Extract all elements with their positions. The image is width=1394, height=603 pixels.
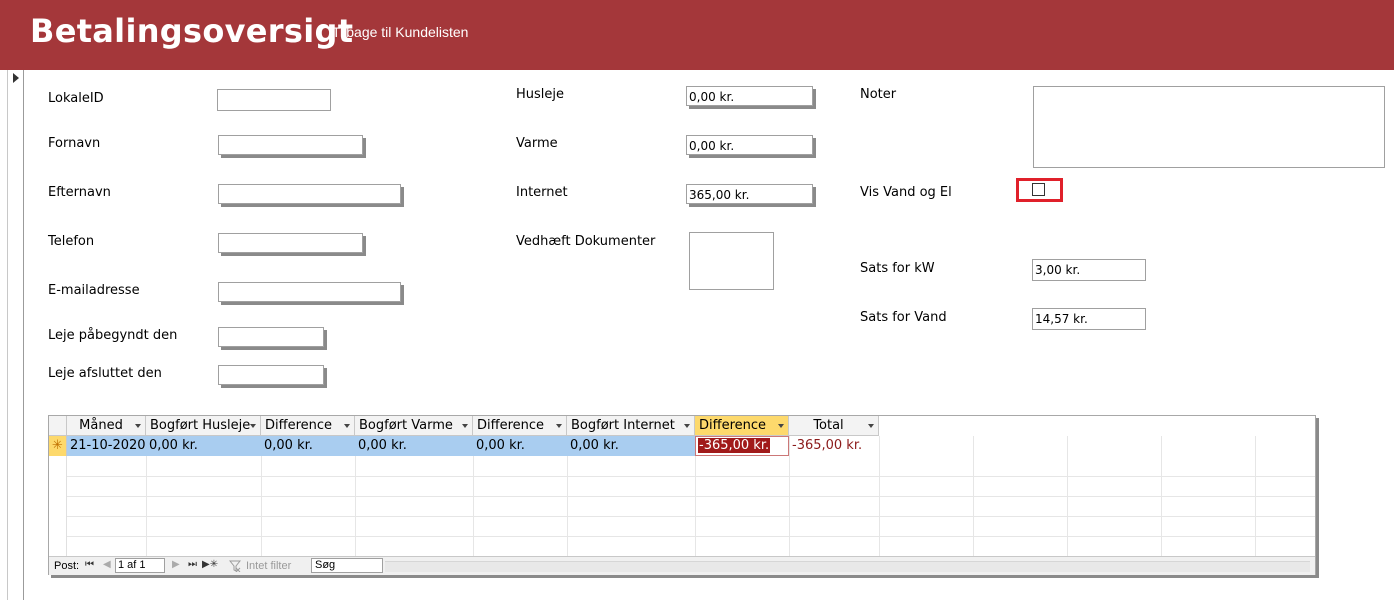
dokumenter-label: Vedhæft Dokumenter [516, 234, 656, 249]
sats-vand-field[interactable]: 14,57 kr. [1032, 308, 1146, 330]
record-navigation-bar: Post: ⏮ ◀ 1 af 1 ▶ ⏭ ▶✳ Intet filter Søg [49, 556, 1315, 575]
header-bar: Betalingsoversigt Tilbage til Kundeliste… [0, 0, 1394, 70]
column-header-label: Bogført Husleje [150, 418, 251, 433]
record-position-input[interactable]: 1 af 1 [115, 558, 165, 573]
cell-bogfort-husleje[interactable]: 0,00 kr. [146, 436, 261, 456]
grid-line [49, 516, 1315, 517]
row-selector-column [49, 456, 67, 556]
cell-difference-husleje[interactable]: 0,00 kr. [261, 436, 355, 456]
column-header-label: Difference [699, 418, 767, 433]
current-record-arrow-icon [13, 73, 19, 83]
leje-start-field[interactable] [218, 327, 324, 347]
search-input[interactable]: Søg [311, 558, 383, 573]
sats-vand-label: Sats for Vand [860, 310, 947, 325]
fornavn-label: Fornavn [48, 136, 101, 151]
grid-line [49, 536, 1315, 537]
varme-field[interactable]: 0,00 kr. [686, 135, 813, 155]
cell-bogfort-internet[interactable]: 0,00 kr. [567, 436, 695, 456]
column-header-total[interactable]: Total [789, 416, 879, 436]
datasheet-header: Måned Bogført Husleje Difference Bogført… [49, 416, 1315, 436]
first-record-icon[interactable]: ⏮ [85, 559, 94, 570]
previous-record-icon[interactable]: ◀ [103, 559, 111, 570]
column-header-difference-internet[interactable]: Difference [695, 416, 789, 436]
email-field[interactable] [218, 282, 401, 302]
column-header-label: Total [813, 418, 844, 433]
page-title: Betalingsoversigt [30, 12, 354, 50]
column-header-label: Bogført Varme [359, 418, 453, 433]
record-selector[interactable] [7, 70, 24, 600]
last-record-icon[interactable]: ⏭ [188, 559, 197, 570]
cell-difference-varme[interactable]: 0,00 kr. [473, 436, 567, 456]
lokaleid-label: LokaleID [48, 91, 104, 106]
leje-slut-field[interactable] [218, 365, 324, 385]
chevron-down-icon[interactable] [344, 424, 350, 428]
select-all-corner[interactable] [49, 416, 67, 436]
record-nav-label: Post: [54, 560, 80, 572]
cell-maaned[interactable]: 21-10-2020 [67, 436, 146, 456]
sats-kw-label: Sats for kW [860, 261, 935, 276]
efternavn-label: Efternavn [48, 185, 111, 200]
vis-vand-el-label: Vis Vand og El [860, 185, 952, 200]
column-header-label: Difference [265, 418, 333, 433]
filter-status-button[interactable]: Intet filter [246, 560, 291, 572]
column-header-difference-varme[interactable]: Difference [473, 416, 567, 436]
column-header-label: Bogført Internet [571, 418, 675, 433]
chevron-down-icon[interactable] [250, 424, 256, 428]
email-label: E-mailadresse [48, 283, 140, 298]
varme-label: Varme [516, 136, 558, 151]
attachment-field[interactable] [689, 232, 774, 290]
new-record-selector[interactable]: ✳ [49, 436, 67, 456]
husleje-label: Husleje [516, 87, 565, 102]
husleje-field[interactable]: 0,00 kr. [686, 86, 813, 106]
funnel-icon [229, 560, 241, 572]
cell-bogfort-varme[interactable]: 0,00 kr. [355, 436, 473, 456]
column-header-maaned[interactable]: Måned [67, 416, 146, 436]
sats-kw-field[interactable]: 3,00 kr. [1032, 259, 1146, 281]
cell-difference-internet-value: -365,00 kr. [698, 438, 771, 453]
noter-field[interactable] [1033, 86, 1385, 168]
leje-slut-label: Leje afsluttet den [48, 366, 162, 381]
chevron-down-icon[interactable] [556, 424, 562, 428]
chevron-down-icon[interactable] [778, 424, 784, 428]
internet-field[interactable]: 365,00 kr. [686, 184, 813, 204]
payments-datasheet[interactable]: Måned Bogført Husleje Difference Bogført… [48, 415, 1316, 575]
new-record-icon[interactable]: ▶✳ [202, 559, 218, 570]
column-header-bogfort-internet[interactable]: Bogført Internet [567, 416, 695, 436]
chevron-down-icon[interactable] [135, 424, 141, 428]
column-header-bogfort-husleje[interactable]: Bogført Husleje [146, 416, 261, 436]
telefon-label: Telefon [48, 234, 95, 249]
noter-label: Noter [860, 87, 897, 102]
chevron-down-icon[interactable] [684, 424, 690, 428]
chevron-down-icon[interactable] [868, 424, 874, 428]
telefon-field[interactable] [218, 233, 363, 253]
column-header-difference-husleje[interactable]: Difference [261, 416, 355, 436]
lokaleid-field[interactable] [217, 89, 331, 111]
efternavn-field[interactable] [218, 184, 401, 204]
fornavn-field[interactable] [218, 135, 363, 155]
grid-line [49, 496, 1315, 497]
column-header-label: Måned [79, 418, 123, 433]
column-header-label: Difference [477, 418, 545, 433]
next-record-icon[interactable]: ▶ [172, 559, 180, 570]
cell-difference-internet[interactable]: -365,00 kr. [695, 436, 789, 456]
cell-total[interactable]: -365,00 kr. [789, 436, 879, 456]
grid-line [49, 476, 1315, 477]
leje-start-label: Leje påbegyndt den [48, 328, 178, 343]
back-to-customer-list-link[interactable]: Tilbage til Kundelisten [332, 24, 468, 40]
column-header-bogfort-varme[interactable]: Bogført Varme [355, 416, 473, 436]
horizontal-scrollbar[interactable] [385, 561, 1310, 572]
internet-label: Internet [516, 185, 568, 200]
chevron-down-icon[interactable] [462, 424, 468, 428]
vis-vand-el-checkbox[interactable] [1032, 183, 1045, 196]
